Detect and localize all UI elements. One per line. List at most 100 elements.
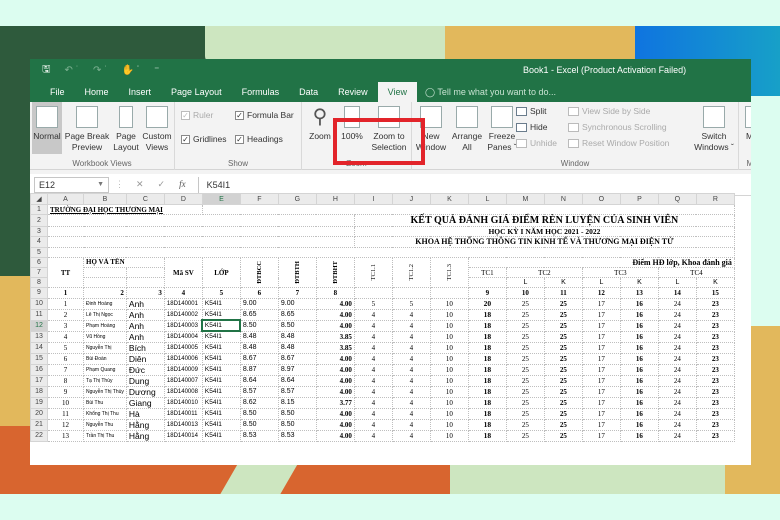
reset-window-position-button[interactable]: Reset Window Position <box>568 138 669 148</box>
gridlines-checkbox[interactable]: ✓ Gridlines <box>181 134 227 144</box>
tc2-k-cell[interactable]: 25 <box>543 352 583 365</box>
tc13-cell[interactable]: 10 <box>429 341 469 354</box>
dtbth-cell[interactable]: 8.57 <box>277 385 317 398</box>
tc1-cell[interactable]: 18 <box>467 418 507 431</box>
tc2-l-cell[interactable]: 25 <box>505 330 545 343</box>
redo-icon[interactable]: ↷ ˙ <box>93 65 108 76</box>
dtbth-cell[interactable]: 8.15 <box>277 396 317 409</box>
school-name-cell[interactable]: TRƯỜNG ĐẠI HỌC THƯƠNG MẠI <box>47 203 203 216</box>
tc3-l-cell[interactable]: 17 <box>581 319 621 332</box>
tc1-cell[interactable]: 18 <box>467 319 507 332</box>
index-cell[interactable]: 3 <box>125 287 165 299</box>
tc3-k-cell[interactable]: 16 <box>619 341 659 354</box>
tc4-k-cell[interactable]: 23 <box>695 363 735 376</box>
tc3-l-cell[interactable]: 17 <box>581 352 621 365</box>
row-header[interactable]: 18 <box>30 385 48 398</box>
last-name-cell[interactable]: Phạm Hoàng <box>83 319 127 332</box>
tc3-l-cell[interactable]: 17 <box>581 308 621 321</box>
column-header-b[interactable]: B <box>83 193 127 205</box>
last-name-cell[interactable]: Bùi Thu <box>83 396 127 409</box>
column-header-c[interactable]: C <box>125 193 165 205</box>
cell[interactable] <box>47 214 355 228</box>
last-name-cell[interactable]: Nguyễn Thu <box>83 418 127 431</box>
last-name-cell[interactable]: Phạm Quang <box>83 363 127 376</box>
tc3-l-cell[interactable]: 17 <box>581 418 621 431</box>
tc3-k-cell[interactable]: 16 <box>619 297 659 310</box>
tc1-cell[interactable]: 18 <box>467 341 507 354</box>
tc2-l-cell[interactable]: 25 <box>505 407 545 420</box>
tc2-k-cell[interactable]: 25 <box>543 363 583 376</box>
index-cell[interactable]: 9 <box>467 287 507 299</box>
tc11-cell[interactable]: 4 <box>353 330 393 343</box>
student-id-cell[interactable]: 18D140002 <box>163 308 203 321</box>
tc3-k-cell[interactable]: 16 <box>619 363 659 376</box>
tc13-cell[interactable]: 10 <box>429 407 469 420</box>
header-ma-sv[interactable]: Mã SV <box>163 256 203 289</box>
dtbth-cell[interactable]: 8.97 <box>277 363 317 376</box>
tab-home[interactable]: Home <box>75 82 119 102</box>
row-header[interactable]: 16 <box>30 363 48 376</box>
row-header[interactable]: 17 <box>30 374 48 387</box>
tc12-cell[interactable]: 4 <box>391 352 431 365</box>
tc11-cell[interactable]: 4 <box>353 429 393 442</box>
tc2-k-cell[interactable]: 25 <box>543 308 583 321</box>
row-header[interactable]: 11 <box>30 308 48 321</box>
index-cell[interactable] <box>391 287 431 299</box>
split-button[interactable]: Split <box>516 106 547 116</box>
index-cell[interactable]: 15 <box>695 287 735 299</box>
dtbth-cell[interactable]: 8.67 <box>277 352 317 365</box>
class-cell[interactable]: K54I1 <box>201 330 241 343</box>
row-header[interactable]: 22 <box>30 429 48 442</box>
tc11-cell[interactable]: 4 <box>353 308 393 321</box>
switch-windows-button[interactable]: Switch Windows ˇ <box>692 106 736 153</box>
tt-cell[interactable]: 9 <box>47 385 84 398</box>
tc12-cell[interactable]: 4 <box>391 429 431 442</box>
dtbht-cell[interactable]: 4.00 <box>315 407 355 420</box>
tc1-cell[interactable]: 18 <box>467 352 507 365</box>
row-header[interactable]: 19 <box>30 396 48 409</box>
tc12-cell[interactable]: 4 <box>391 341 431 354</box>
dtbcc-cell[interactable]: 8.50 <box>239 319 279 332</box>
student-id-cell[interactable]: 18D140003 <box>163 319 203 332</box>
tc13-cell[interactable]: 10 <box>429 374 469 387</box>
last-name-cell[interactable]: Nguyễn Thị Thùy <box>83 385 127 398</box>
tc4-l-cell[interactable]: 24 <box>657 396 697 409</box>
tc2-k-cell[interactable]: 25 <box>543 396 583 409</box>
dtbcc-cell[interactable]: 8.65 <box>239 308 279 321</box>
view-side-by-side-button[interactable]: View Side by Side <box>568 106 650 116</box>
zoom-100-button[interactable]: 100% <box>338 106 366 142</box>
dtbcc-cell[interactable]: 8.62 <box>239 396 279 409</box>
class-cell[interactable]: K54I1 <box>201 418 241 431</box>
chevron-down-icon[interactable]: ▼ <box>97 181 104 188</box>
first-name-cell[interactable]: Diên <box>125 352 165 365</box>
index-cell[interactable]: 13 <box>619 287 659 299</box>
cell[interactable] <box>467 277 507 289</box>
tt-cell[interactable]: 7 <box>47 363 84 376</box>
tc4-l-cell[interactable]: 24 <box>657 363 697 376</box>
student-id-cell[interactable]: 18D140014 <box>163 429 203 442</box>
header-k[interactable]: K <box>695 277 735 289</box>
tc1-cell[interactable]: 18 <box>467 363 507 376</box>
tc11-cell[interactable]: 4 <box>353 385 393 398</box>
tc4-k-cell[interactable]: 23 <box>695 352 735 365</box>
tc4-k-cell[interactable]: 23 <box>695 297 735 310</box>
last-name-cell[interactable]: Tạ Thị Thùy <box>83 374 127 387</box>
tc2-l-cell[interactable]: 25 <box>505 374 545 387</box>
index-cell[interactable]: 11 <box>543 287 583 299</box>
class-cell[interactable]: K54I1 <box>201 352 241 365</box>
tc4-l-cell[interactable]: 24 <box>657 374 697 387</box>
enter-icon[interactable]: ✓ <box>158 179 166 190</box>
dtbcc-cell[interactable]: 8.48 <box>239 330 279 343</box>
tt-cell[interactable]: 13 <box>47 429 84 442</box>
tc12-cell[interactable]: 4 <box>391 396 431 409</box>
row-header[interactable]: 21 <box>30 418 48 431</box>
tab-review[interactable]: Review <box>328 82 378 102</box>
class-cell[interactable]: K54I1 <box>201 319 242 332</box>
column-header-g[interactable]: G <box>277 193 317 205</box>
cancel-icon[interactable]: ✕ <box>136 179 144 190</box>
tc3-l-cell[interactable]: 17 <box>581 385 621 398</box>
student-id-cell[interactable]: 18D140010 <box>163 396 203 409</box>
column-header-h[interactable]: H <box>315 193 355 205</box>
tt-cell[interactable]: 1 <box>47 297 84 310</box>
header-tc11[interactable]: TC1.1 <box>353 256 393 289</box>
